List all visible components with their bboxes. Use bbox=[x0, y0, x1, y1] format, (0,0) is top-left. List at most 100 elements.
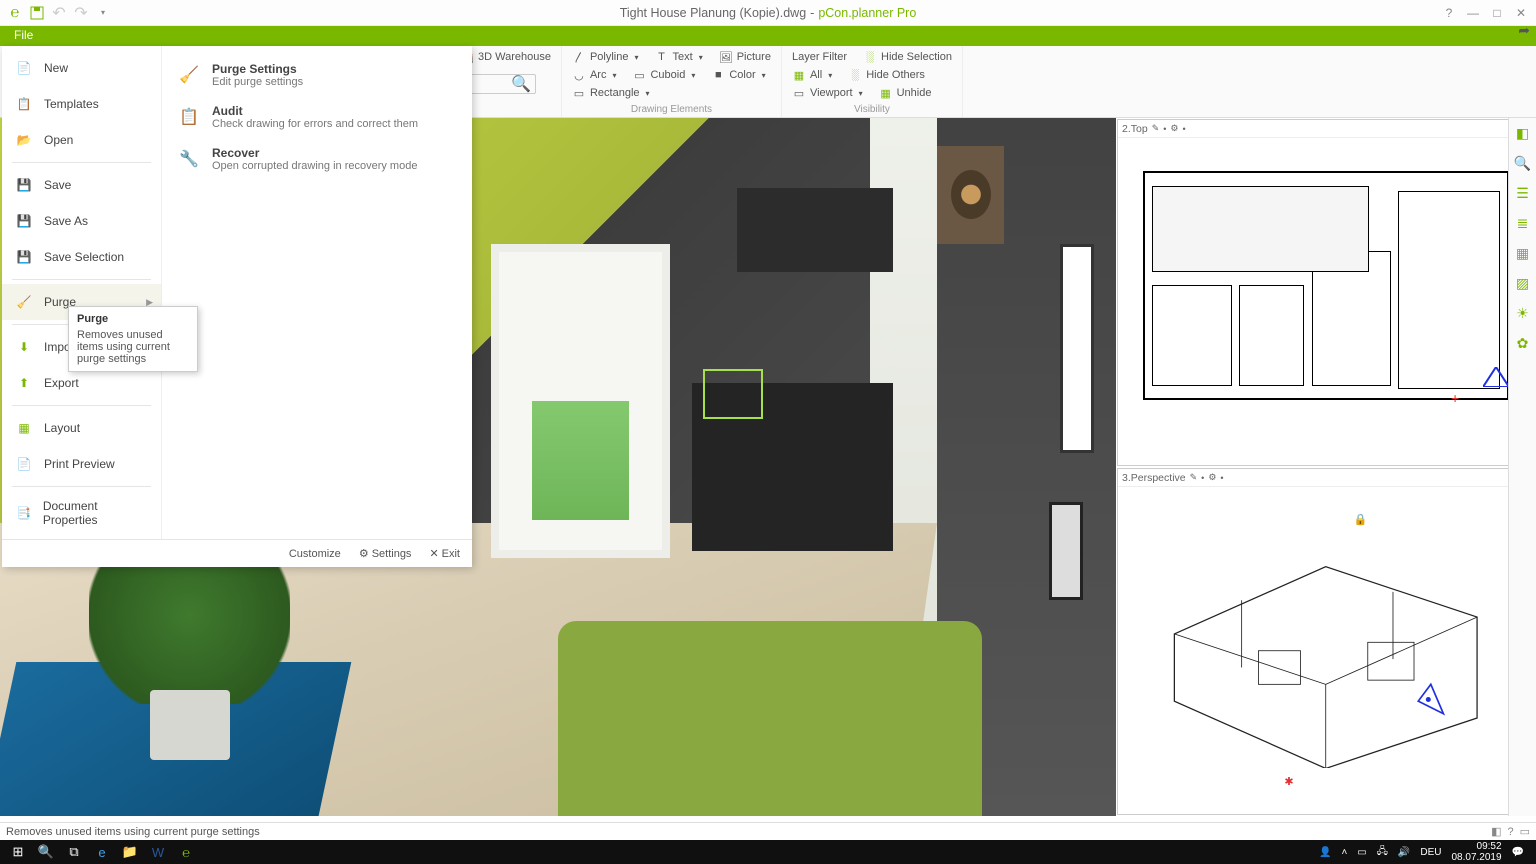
edge-icon[interactable]: e bbox=[88, 840, 116, 864]
file-menu-save-selection[interactable]: 💾Save Selection bbox=[2, 239, 161, 275]
file-menu-new[interactable]: 📄New bbox=[2, 50, 161, 86]
save-icon[interactable] bbox=[28, 4, 46, 22]
recover-icon: 🔧 bbox=[176, 146, 202, 172]
templates-icon: 📋 bbox=[14, 94, 34, 114]
close-icon: ✕ bbox=[429, 547, 438, 560]
search-icon[interactable]: 🔍 bbox=[511, 74, 531, 94]
share-icon[interactable]: ➦ bbox=[1518, 22, 1530, 39]
tray-notifications-icon[interactable]: 💬 bbox=[1512, 847, 1524, 858]
tray-volume-icon[interactable]: 🔊 bbox=[1398, 847, 1410, 858]
magnify-icon[interactable]: 🔍 bbox=[1512, 152, 1534, 174]
audit-item[interactable]: 📋 AuditCheck drawing for errors and corr… bbox=[162, 96, 472, 138]
purge-icon: 🧹 bbox=[14, 292, 34, 312]
unhide-button[interactable]: ▦Unhide bbox=[875, 84, 936, 102]
status-bar: Removes unused items using current purge… bbox=[0, 822, 1536, 840]
picture-button[interactable]: 🖼Picture bbox=[715, 48, 775, 66]
recover-item[interactable]: 🔧 RecoverOpen corrupted drawing in recov… bbox=[162, 138, 472, 180]
sun-icon[interactable]: ☀ bbox=[1512, 302, 1534, 324]
top-viewport-header: 2.Top ✎ • ⚙ • bbox=[1118, 120, 1534, 138]
arc-button[interactable]: ◡Arc▾ bbox=[568, 66, 621, 84]
print-icon: 📄 bbox=[14, 454, 34, 474]
picture-icon: 🖼 bbox=[719, 50, 733, 64]
rectangle-button[interactable]: ▭Rectangle▾ bbox=[568, 84, 654, 102]
pcon-icon[interactable]: ℮ bbox=[172, 840, 200, 864]
hide-icon: ░ bbox=[863, 50, 877, 64]
app-icon: ℮ bbox=[6, 4, 24, 22]
properties-icon: 📑 bbox=[14, 503, 33, 523]
status-icon-1[interactable]: ◧ bbox=[1491, 825, 1501, 838]
redo-icon[interactable]: ↷ bbox=[72, 4, 90, 22]
list-icon[interactable]: ☰ bbox=[1512, 182, 1534, 204]
layers-icon[interactable]: ≣ bbox=[1512, 212, 1534, 234]
file-menu-save[interactable]: 💾Save bbox=[2, 167, 161, 203]
file-menu-save-as[interactable]: 💾Save As bbox=[2, 203, 161, 239]
all-button[interactable]: ▦All▾ bbox=[788, 66, 836, 84]
arc-icon: ◡ bbox=[572, 68, 586, 82]
polyline-button[interactable]: 〳Polyline▾ bbox=[568, 48, 643, 66]
perspective-viewport[interactable]: 3.Perspective ✎ • ⚙ • bbox=[1117, 468, 1535, 815]
hatch-icon[interactable]: ▨ bbox=[1512, 272, 1534, 294]
save-icon: 💾 bbox=[14, 175, 34, 195]
hide-selection-button[interactable]: ░Hide Selection bbox=[859, 48, 956, 66]
top-viewport[interactable]: 2.Top ✎ • ⚙ • + bbox=[1117, 119, 1535, 466]
hide-others-button[interactable]: ░Hide Others bbox=[844, 66, 929, 84]
file-menu-print-preview[interactable]: 📄Print Preview bbox=[2, 446, 161, 482]
tray-lang[interactable]: DEU bbox=[1420, 847, 1441, 858]
viewport-button[interactable]: ▭Viewport▾ bbox=[788, 84, 867, 102]
tray-people-icon[interactable]: 👤 bbox=[1319, 847, 1331, 858]
file-menu-layout[interactable]: ▦Layout bbox=[2, 410, 161, 446]
purge-settings-item[interactable]: 🧹 Purge SettingsEdit purge settings bbox=[162, 54, 472, 96]
file-menu-templates[interactable]: 📋Templates bbox=[2, 86, 161, 122]
tray-chevron-icon[interactable]: ˄ bbox=[1341, 847, 1347, 858]
file-tab[interactable]: File bbox=[0, 26, 47, 44]
settings-button[interactable]: ⚙Settings bbox=[351, 544, 420, 563]
viewport-label-persp: 3.Perspective bbox=[1122, 472, 1186, 484]
leaf-icon[interactable]: ✿ bbox=[1512, 332, 1534, 354]
undo-icon[interactable]: ↶ bbox=[50, 4, 68, 22]
viewport-label-top: 2.Top bbox=[1122, 123, 1148, 135]
quick-access-toolbar: ℮ ↶ ↷ ▾ bbox=[0, 4, 112, 22]
windows-start-icon[interactable]: ⊞ bbox=[4, 840, 32, 864]
tray-network-icon[interactable]: 🖧 bbox=[1377, 844, 1388, 861]
file-menu-right-column: 🧹 Purge SettingsEdit purge settings 📋 Au… bbox=[162, 46, 472, 539]
customize-button[interactable]: Customize bbox=[281, 544, 349, 563]
ribbon-group-drawing: 〳Polyline▾ TText▾ 🖼Picture ◡Arc▾ ▭Cuboid… bbox=[562, 46, 782, 117]
word-icon[interactable]: W bbox=[144, 840, 172, 864]
selection-gizmo[interactable] bbox=[703, 369, 763, 419]
explorer-icon[interactable]: 📁 bbox=[116, 840, 144, 864]
purge-settings-icon: 🧹 bbox=[176, 62, 202, 88]
exit-button[interactable]: ✕Exit bbox=[421, 544, 468, 563]
layer-filter-button[interactable]: Layer Filter bbox=[788, 48, 851, 66]
pencil-icon[interactable]: ✎ bbox=[1190, 472, 1198, 483]
color-button[interactable]: ■Color▾ bbox=[707, 66, 769, 84]
maximize-button[interactable]: □ bbox=[1486, 4, 1508, 22]
task-view-icon[interactable]: ⧉ bbox=[60, 840, 88, 864]
tray-battery-icon[interactable]: ▭ bbox=[1357, 847, 1366, 858]
ribbon-group-visibility: Layer Filter ░Hide Selection ▦All▾ ░Hide… bbox=[782, 46, 963, 117]
minimize-button[interactable]: — bbox=[1462, 4, 1484, 22]
gear-icon[interactable]: ⚙ bbox=[1208, 472, 1216, 483]
all-icon: ▦ bbox=[792, 68, 806, 82]
import-icon: ⬇ bbox=[14, 337, 34, 357]
pencil-icon[interactable]: ✎ bbox=[1152, 123, 1160, 134]
qat-dropdown-icon[interactable]: ▾ bbox=[94, 4, 112, 22]
help-icon[interactable]: ? bbox=[1438, 4, 1460, 22]
grid-icon[interactable]: ▦ bbox=[1512, 242, 1534, 264]
polyline-icon: 〳 bbox=[572, 50, 586, 64]
layout-icon: ▦ bbox=[14, 418, 34, 438]
text-button[interactable]: TText▾ bbox=[651, 48, 707, 66]
file-menu-doc-properties[interactable]: 📑Document Properties bbox=[2, 491, 161, 535]
cube-icon[interactable]: ◧ bbox=[1512, 122, 1534, 144]
status-icon-3[interactable]: ▭ bbox=[1520, 825, 1530, 838]
close-button[interactable]: ✕ bbox=[1510, 4, 1532, 22]
audit-icon: 📋 bbox=[176, 104, 202, 130]
open-icon: 📂 bbox=[14, 130, 34, 150]
tooltip-desc: Removes unused items using current purge… bbox=[77, 329, 189, 365]
file-menu-open[interactable]: 📂Open bbox=[2, 122, 161, 158]
cuboid-button[interactable]: ▭Cuboid▾ bbox=[628, 66, 699, 84]
tray-clock[interactable]: 09:52 08.07.2019 bbox=[1451, 841, 1501, 863]
gear-icon[interactable]: ⚙ bbox=[1170, 123, 1178, 134]
search-icon[interactable]: 🔍 bbox=[32, 840, 60, 864]
status-icon-2[interactable]: ? bbox=[1507, 826, 1513, 838]
cuboid-icon: ▭ bbox=[632, 68, 646, 82]
